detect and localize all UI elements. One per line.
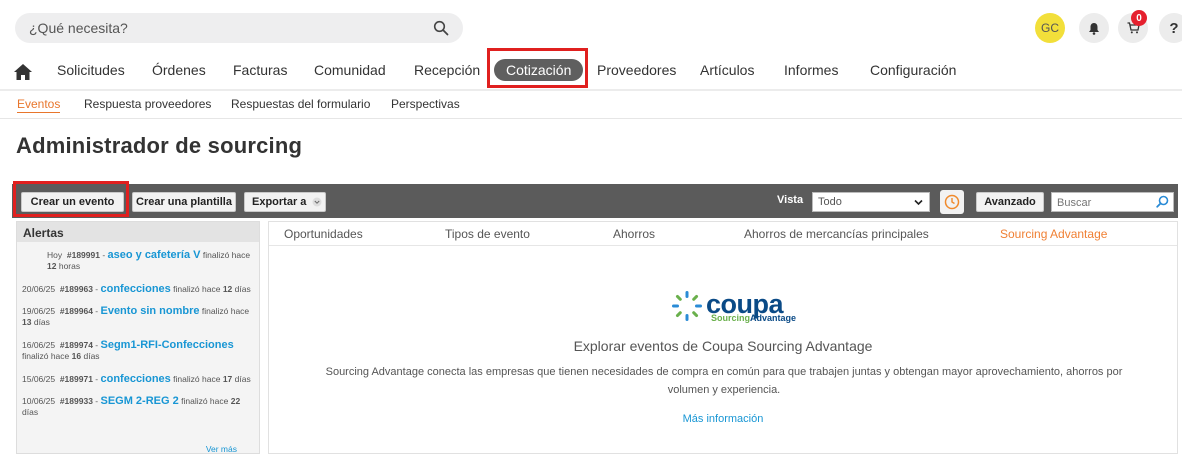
nav-item-facturas[interactable]: Facturas — [233, 62, 287, 78]
create-template-button[interactable]: Crear una plantilla — [132, 192, 236, 212]
view-select[interactable]: Todo — [812, 192, 930, 212]
alert-date: Hoy — [47, 250, 63, 260]
list-item: Hoy #189991 - aseo y cafetería V finaliz… — [47, 249, 251, 272]
tab-ahorros-mercancias[interactable]: Ahorros de mercancías principales — [744, 227, 929, 241]
more-info-link[interactable]: Más información — [269, 413, 1177, 425]
search-input[interactable] — [29, 18, 409, 38]
list-item: 16/06/25 #189974 - Segm1-RFI-Confeccione… — [22, 339, 234, 362]
nav-item-articulos[interactable]: Artículos — [700, 62, 754, 78]
help-button[interactable]: ? — [1159, 13, 1182, 43]
alert-status: finalizó hace 16 días — [22, 351, 100, 361]
coupa-logo: coupa SourcingAdvantage — [670, 289, 800, 325]
avatar[interactable]: GC — [1035, 13, 1065, 43]
alert-id: #189963 — [59, 284, 93, 294]
alerts-panel: Alertas Hoy #189991 - aseo y cafetería V… — [16, 221, 260, 454]
alert-event-link[interactable]: confecciones — [100, 373, 170, 385]
subnav-item-perspectivas[interactable]: Perspectivas — [391, 97, 460, 111]
alert-event-link[interactable]: Segm1-RFI-Confecciones — [100, 339, 233, 351]
tab-tipos-de-evento[interactable]: Tipos de evento — [445, 227, 530, 241]
alert-date: 20/06/25 — [22, 284, 56, 294]
subnav-item-respuestas-formulario[interactable]: Respuestas del formulario — [231, 97, 370, 111]
clock-icon — [944, 194, 960, 210]
alert-status: finalizó hace 12 días — [173, 284, 251, 294]
tab-sourcing-advantage[interactable]: Sourcing Advantage — [1000, 227, 1107, 241]
export-button[interactable]: Exportar a — [244, 192, 326, 212]
subnav-item-respuesta-proveedores[interactable]: Respuesta proveedores — [84, 97, 211, 111]
nav-item-comunidad[interactable]: Comunidad — [314, 62, 386, 78]
alert-id: #189971 — [59, 374, 93, 384]
alert-id: #189991 — [66, 250, 100, 260]
search-icon[interactable] — [433, 20, 449, 36]
content-tabs: Oportunidades Tipos de evento Ahorros Ah… — [269, 222, 1177, 246]
notifications-button[interactable] — [1079, 13, 1109, 43]
highlight-cotizacion — [487, 48, 588, 88]
alert-date: 10/06/25 — [22, 396, 56, 406]
history-button[interactable] — [940, 190, 964, 214]
highlight-create-event — [13, 181, 129, 217]
global-search[interactable] — [15, 13, 463, 43]
coupa-burst-icon — [672, 291, 702, 321]
home-icon[interactable] — [13, 63, 33, 81]
subnav-divider — [0, 118, 1182, 119]
toolbar-search[interactable] — [1051, 192, 1174, 212]
nav-item-configuracion[interactable]: Configuración — [870, 62, 956, 78]
alert-date: 19/06/25 — [22, 306, 56, 316]
tab-oportunidades[interactable]: Oportunidades — [284, 227, 363, 241]
search-icon[interactable] — [1156, 195, 1169, 208]
see-more-link[interactable]: Ver más — [206, 444, 237, 454]
alert-id: #189974 — [59, 340, 93, 350]
alert-date: 16/06/25 — [22, 340, 56, 350]
bell-icon — [1089, 22, 1099, 35]
list-item: 19/06/25 #189964 - Evento sin nombre fin… — [22, 305, 250, 328]
list-item: 10/06/25 #189933 - SEGM 2-REG 2 finalizó… — [22, 395, 241, 418]
alert-event-link[interactable]: Evento sin nombre — [100, 305, 199, 317]
header-actions: GC 0 ? — [1022, 10, 1182, 46]
view-label: Vista — [777, 194, 804, 206]
main-nav: Solicitudes Órdenes Facturas Comunidad R… — [0, 58, 1182, 84]
chevron-down-icon — [312, 197, 322, 207]
subnav-item-eventos[interactable]: Eventos — [17, 97, 61, 113]
nav-item-recepcion[interactable]: Recepción — [414, 62, 480, 78]
cart-count-badge: 0 — [1131, 10, 1147, 26]
toolbar-search-input[interactable] — [1057, 195, 1149, 210]
nav-divider — [0, 89, 1182, 91]
view-select-value: Todo — [818, 196, 842, 208]
list-item: 20/06/25 #189963 - confecciones finalizó… — [22, 283, 251, 295]
advanced-button[interactable]: Avanzado — [976, 192, 1044, 212]
alert-event-link[interactable]: aseo y cafetería V — [108, 249, 201, 261]
alert-event-link[interactable]: SEGM 2-REG 2 — [100, 395, 178, 407]
alert-event-link[interactable]: confecciones — [100, 283, 170, 295]
nav-item-ordenes[interactable]: Órdenes — [152, 62, 206, 78]
alert-id: #189964 — [59, 306, 93, 316]
explore-title: Explorar eventos de Coupa Sourcing Advan… — [573, 338, 873, 354]
nav-item-informes[interactable]: Informes — [784, 62, 838, 78]
content-panel: Oportunidades Tipos de evento Ahorros Ah… — [268, 221, 1178, 454]
alert-date: 15/06/25 — [22, 374, 56, 384]
sub-nav: Eventos Respuesta proveedores Respuestas… — [0, 96, 1182, 116]
coupa-tagline: SourcingAdvantage — [711, 313, 797, 323]
tab-ahorros[interactable]: Ahorros — [613, 227, 655, 241]
list-item: 15/06/25 #189971 - confecciones finalizó… — [22, 373, 251, 385]
page-title: Administrador de sourcing — [16, 133, 303, 158]
alerts-title: Alertas — [17, 222, 259, 242]
alert-id: #189933 — [59, 396, 93, 406]
export-label: Exportar a — [252, 196, 307, 208]
nav-item-solicitudes[interactable]: Solicitudes — [57, 62, 125, 78]
alert-status: finalizó hace 17 días — [173, 374, 251, 384]
chevron-down-icon — [914, 199, 923, 206]
nav-item-proveedores[interactable]: Proveedores — [597, 62, 676, 78]
events-toolbar: Crear un evento Crear una plantilla Expo… — [12, 184, 1178, 218]
explore-description: Sourcing Advantage conecta las empresas … — [325, 366, 1123, 396]
